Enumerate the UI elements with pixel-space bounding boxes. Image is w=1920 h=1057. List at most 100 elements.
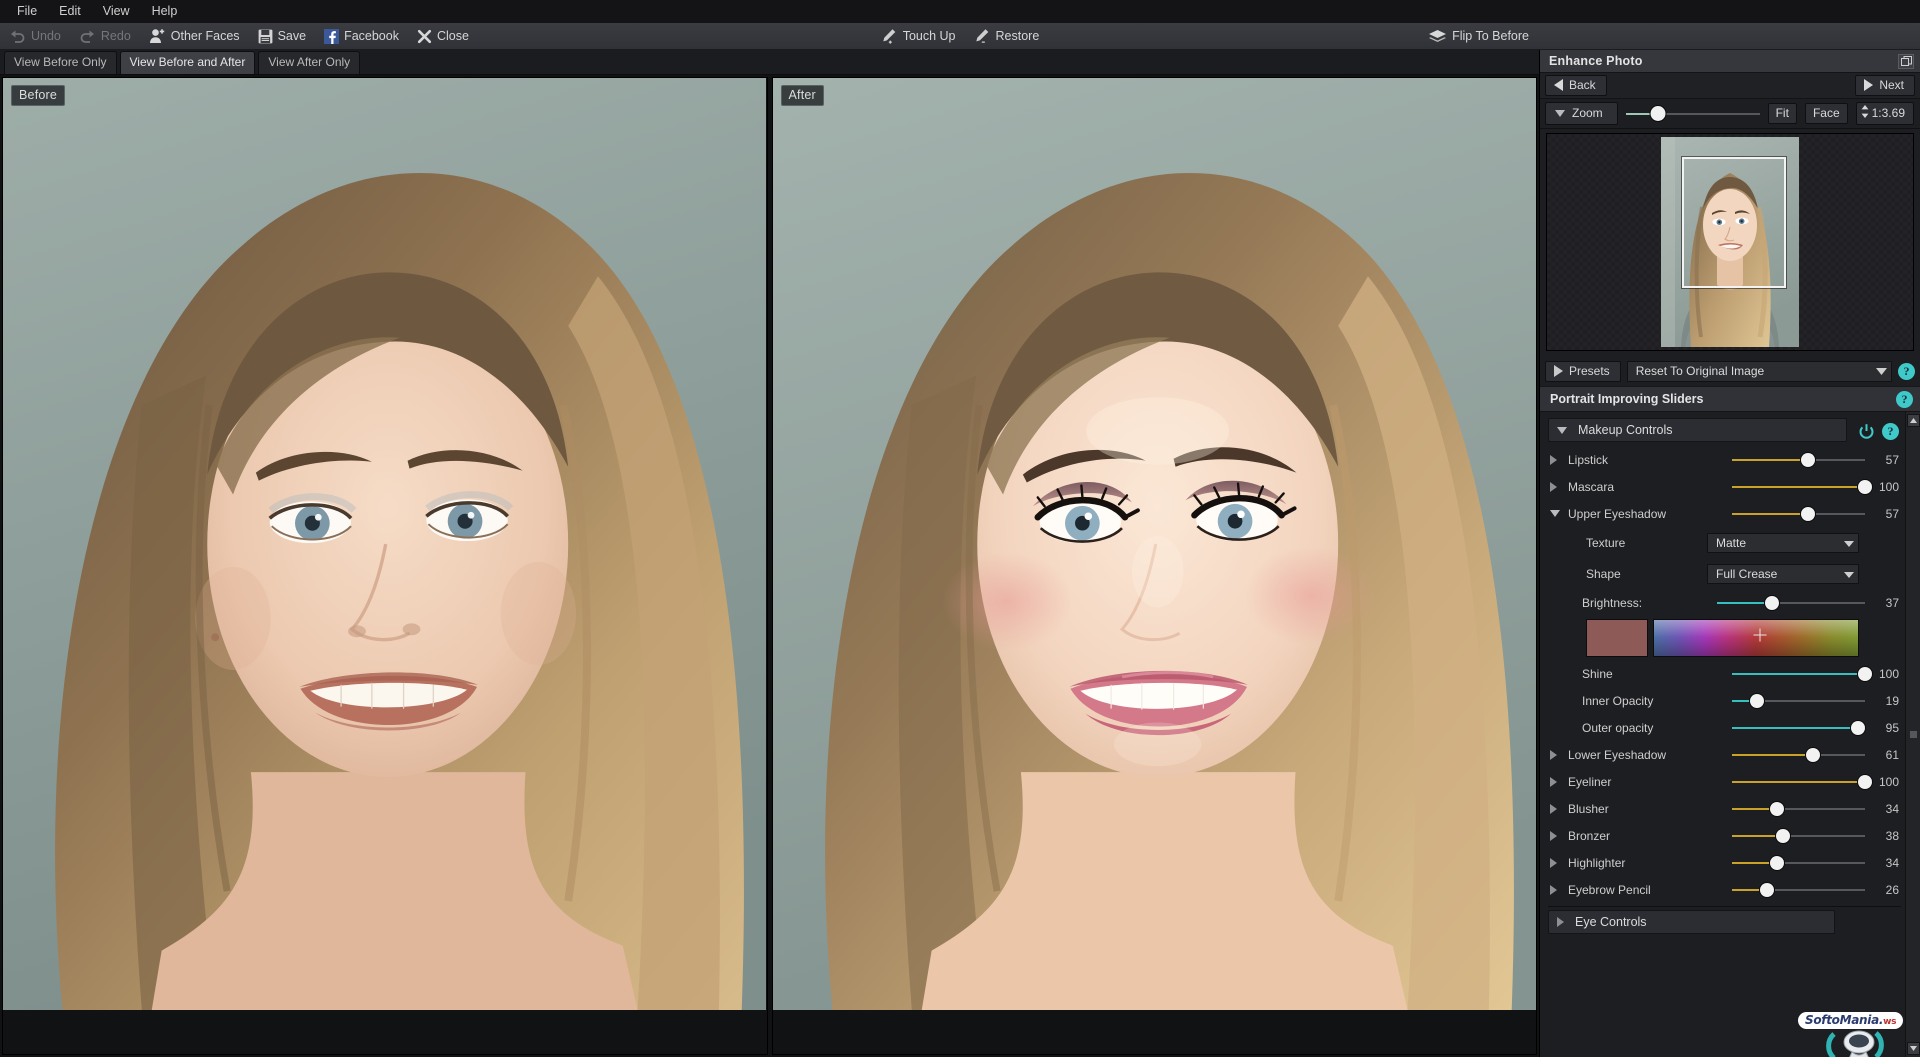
zoom-ratio-stepper[interactable]: 1:3.69	[1856, 102, 1914, 125]
slider-row-highlighter[interactable]: Highlighter 34	[1544, 849, 1905, 876]
slider-value: 61	[1865, 748, 1899, 762]
slider-track[interactable]	[1717, 595, 1865, 611]
slider-row-lower-eyeshadow[interactable]: Lower Eyeshadow 61	[1544, 741, 1905, 768]
slider-row-brightness[interactable]: Brightness: 37	[1544, 589, 1905, 616]
zoom-ratio-value: 1:3.69	[1872, 106, 1905, 120]
slider-track[interactable]	[1732, 506, 1865, 522]
after-label: After	[781, 85, 824, 106]
next-label: Next	[1879, 78, 1904, 92]
chevron-right-icon[interactable]	[1550, 777, 1564, 787]
color-crosshair-icon	[1754, 629, 1767, 642]
slider-track[interactable]	[1732, 666, 1865, 682]
chevron-right-icon[interactable]	[1550, 750, 1564, 760]
presets-help-button[interactable]: ?	[1898, 363, 1915, 380]
tab-view-before-only[interactable]: View Before Only	[4, 51, 117, 74]
slider-track[interactable]	[1732, 855, 1865, 871]
section-help-button[interactable]: ?	[1896, 391, 1913, 408]
after-pane[interactable]: After	[772, 77, 1538, 1055]
touch-up-button[interactable]: Touch Up	[872, 23, 965, 50]
face-button[interactable]: Face	[1805, 103, 1848, 124]
group-header-makeup-controls[interactable]: Makeup Controls	[1548, 418, 1847, 442]
slider-label: Lipstick	[1568, 453, 1608, 467]
group-header-eye-controls[interactable]: Eye Controls	[1548, 910, 1835, 934]
slider-track[interactable]	[1732, 747, 1865, 763]
zoom-collapse-button[interactable]: Zoom	[1545, 102, 1618, 125]
slider-row-bronzer[interactable]: Bronzer 38	[1544, 822, 1905, 849]
before-pane[interactable]: Before	[2, 77, 768, 1055]
presets-select[interactable]: Reset To Original Image	[1627, 361, 1892, 382]
slider-row-outer-opacity[interactable]: Outer opacity 95	[1544, 714, 1905, 741]
chevron-right-icon[interactable]	[1550, 858, 1564, 868]
slider-track[interactable]	[1732, 479, 1865, 495]
chevron-right-icon	[1864, 79, 1873, 91]
slider-row-lipstick[interactable]: Lipstick 57	[1544, 446, 1905, 473]
slider-track[interactable]	[1732, 882, 1865, 898]
application-window: File Edit View Help Undo Redo	[0, 0, 1920, 1057]
chevron-right-icon[interactable]	[1550, 455, 1564, 465]
slider-value: 34	[1865, 856, 1899, 870]
menu-item-help[interactable]: Help	[141, 2, 189, 22]
texture-select[interactable]: Matte	[1707, 533, 1859, 553]
redo-label: Redo	[101, 29, 131, 43]
redo-button[interactable]: Redo	[70, 23, 140, 50]
undock-panel-button[interactable]	[1898, 54, 1914, 69]
slider-row-mascara[interactable]: Mascara 100	[1544, 473, 1905, 500]
chevron-right-icon[interactable]	[1550, 885, 1564, 895]
slider-row-upper-eyeshadow[interactable]: Upper Eyeshadow 57	[1544, 500, 1905, 527]
sliders-scrollbar[interactable]	[1905, 412, 1920, 1057]
slider-track[interactable]	[1732, 774, 1865, 790]
save-button[interactable]: Save	[249, 23, 316, 50]
chevron-down-icon[interactable]	[1550, 510, 1564, 517]
slider-track[interactable]	[1732, 828, 1865, 844]
slider-row-eyebrow-pencil[interactable]: Eyebrow Pencil 26	[1544, 876, 1905, 903]
shape-select[interactable]: Full Crease	[1707, 564, 1859, 584]
makeup-help-button[interactable]: ?	[1882, 423, 1899, 440]
fit-button[interactable]: Fit	[1768, 103, 1797, 124]
slider-row-blusher[interactable]: Blusher 34	[1544, 795, 1905, 822]
slider-track[interactable]	[1732, 452, 1865, 468]
slider-row-eyeliner[interactable]: Eyeliner 100	[1544, 768, 1905, 795]
tab-view-after-only[interactable]: View After Only	[258, 51, 360, 74]
scroll-down-button[interactable]	[1907, 1042, 1920, 1055]
group-label: Makeup Controls	[1578, 423, 1673, 437]
slider-track[interactable]	[1732, 720, 1865, 736]
scrollbar-thumb[interactable]	[1910, 731, 1917, 738]
close-button[interactable]: Close	[408, 23, 478, 50]
other-faces-label: Other Faces	[171, 29, 240, 43]
chevron-right-icon[interactable]	[1550, 804, 1564, 814]
other-faces-button[interactable]: Other Faces	[140, 23, 249, 50]
slider-label: Highlighter	[1568, 856, 1625, 870]
flip-to-before-button[interactable]: Flip To Before	[1419, 23, 1538, 50]
makeup-power-toggle[interactable]	[1858, 423, 1875, 440]
back-button[interactable]: Back	[1545, 75, 1607, 96]
next-button[interactable]: Next	[1855, 75, 1915, 96]
menu-item-view[interactable]: View	[92, 2, 141, 22]
menu-item-file[interactable]: File	[6, 2, 48, 22]
chevron-right-icon[interactable]	[1550, 482, 1564, 492]
scroll-up-button[interactable]	[1907, 414, 1920, 427]
slider-value: 34	[1865, 802, 1899, 816]
slider-row-inner-opacity[interactable]: Inner Opacity 19	[1544, 687, 1905, 714]
undo-button[interactable]: Undo	[0, 23, 70, 50]
current-color-swatch[interactable]	[1586, 619, 1648, 657]
navigator-preview[interactable]	[1546, 133, 1914, 351]
slider-track[interactable]	[1732, 801, 1865, 817]
slider-label: Shine	[1582, 667, 1613, 681]
navigator-viewport-rect[interactable]	[1682, 157, 1786, 288]
slider-track[interactable]	[1732, 693, 1865, 709]
section-title: Portrait Improving Sliders	[1550, 392, 1704, 406]
zoom-slider-knob[interactable]	[1650, 106, 1665, 121]
presets-button[interactable]: Presets	[1545, 361, 1621, 382]
facebook-button[interactable]: Facebook	[315, 23, 408, 50]
zoom-row: Zoom Fit Face 1:3.69	[1540, 99, 1920, 129]
tab-view-before-and-after[interactable]: View Before and After	[120, 51, 256, 74]
restore-button[interactable]: Restore	[965, 23, 1049, 50]
before-label: Before	[11, 85, 65, 106]
slider-row-shine[interactable]: Shine 100	[1544, 660, 1905, 687]
zoom-slider[interactable]	[1626, 106, 1760, 122]
sliders-list: Makeup Controls ? Lipstick	[1540, 412, 1905, 1057]
menu-item-edit[interactable]: Edit	[48, 2, 92, 22]
slider-label: Mascara	[1568, 480, 1614, 494]
color-gradient-picker[interactable]	[1653, 619, 1859, 657]
chevron-right-icon[interactable]	[1550, 831, 1564, 841]
